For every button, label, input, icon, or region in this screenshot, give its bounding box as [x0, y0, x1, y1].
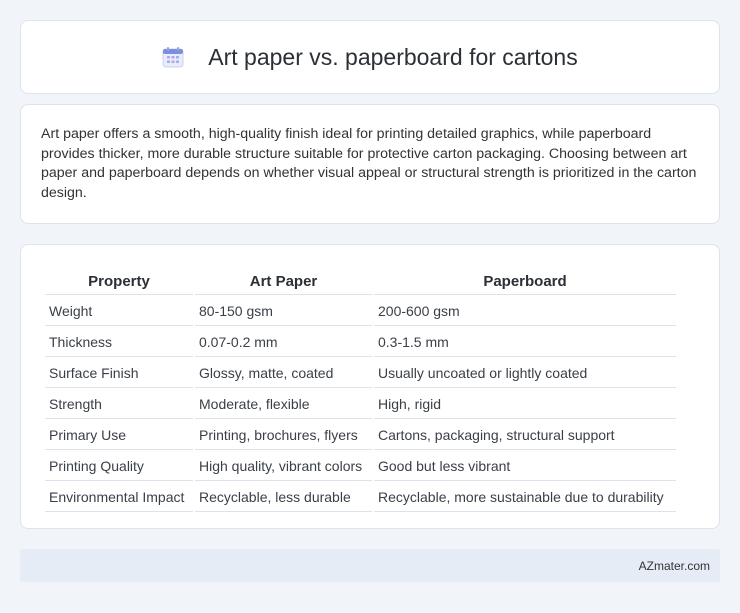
table-cell-art-paper: High quality, vibrant colors: [195, 452, 372, 481]
table-row: Surface Finish Glossy, matte, coated Usu…: [45, 359, 676, 388]
comparison-table-card: Property Art Paper Paperboard Weight 80-…: [20, 244, 720, 529]
column-header-property: Property: [45, 267, 193, 295]
comparison-table: Property Art Paper Paperboard Weight 80-…: [43, 265, 678, 514]
table-cell-property: Primary Use: [45, 421, 193, 450]
table-cell-property: Surface Finish: [45, 359, 193, 388]
table-header-row: Property Art Paper Paperboard: [45, 267, 676, 295]
table-cell-paperboard: Cartons, packaging, structural support: [374, 421, 676, 450]
page-title: Art paper vs. paperboard for cartons: [208, 43, 578, 70]
table-cell-paperboard: 200-600 gsm: [374, 297, 676, 326]
footer-site-link[interactable]: AZmater.com: [639, 559, 710, 573]
table-cell-property: Printing Quality: [45, 452, 193, 481]
table-cell-property: Environmental Impact: [45, 483, 193, 512]
summary-text: Art paper offers a smooth, high-quality …: [41, 126, 697, 201]
table-cell-art-paper: Recyclable, less durable: [195, 483, 372, 512]
table-cell-paperboard: Good but less vibrant: [374, 452, 676, 481]
table-row: Printing Quality High quality, vibrant c…: [45, 452, 676, 481]
table-row: Weight 80-150 gsm 200-600 gsm: [45, 297, 676, 326]
table-cell-property: Weight: [45, 297, 193, 326]
table-row: Thickness 0.07-0.2 mm 0.3-1.5 mm: [45, 328, 676, 357]
table-cell-property: Thickness: [45, 328, 193, 357]
table-cell-paperboard: 0.3-1.5 mm: [374, 328, 676, 357]
table-cell-art-paper: 0.07-0.2 mm: [195, 328, 372, 357]
title-card: Art paper vs. paperboard for cartons: [20, 20, 720, 94]
table-row: Environmental Impact Recyclable, less du…: [45, 483, 676, 512]
table-row: Strength Moderate, flexible High, rigid: [45, 390, 676, 419]
table-cell-paperboard: High, rigid: [374, 390, 676, 419]
column-header-paperboard: Paperboard: [374, 267, 676, 295]
table-cell-art-paper: Glossy, matte, coated: [195, 359, 372, 388]
column-header-art-paper: Art Paper: [195, 267, 372, 295]
table-cell-property: Strength: [45, 390, 193, 419]
footer-bar: AZmater.com: [20, 549, 720, 582]
table-cell-paperboard: Recyclable, more sustainable due to dura…: [374, 483, 676, 512]
table-cell-art-paper: 80-150 gsm: [195, 297, 372, 326]
table-cell-art-paper: Printing, brochures, flyers: [195, 421, 372, 450]
summary-card: Art paper offers a smooth, high-quality …: [20, 104, 720, 224]
calendar-icon: [162, 46, 184, 68]
table-cell-paperboard: Usually uncoated or lightly coated: [374, 359, 676, 388]
table-row: Primary Use Printing, brochures, flyers …: [45, 421, 676, 450]
table-cell-art-paper: Moderate, flexible: [195, 390, 372, 419]
